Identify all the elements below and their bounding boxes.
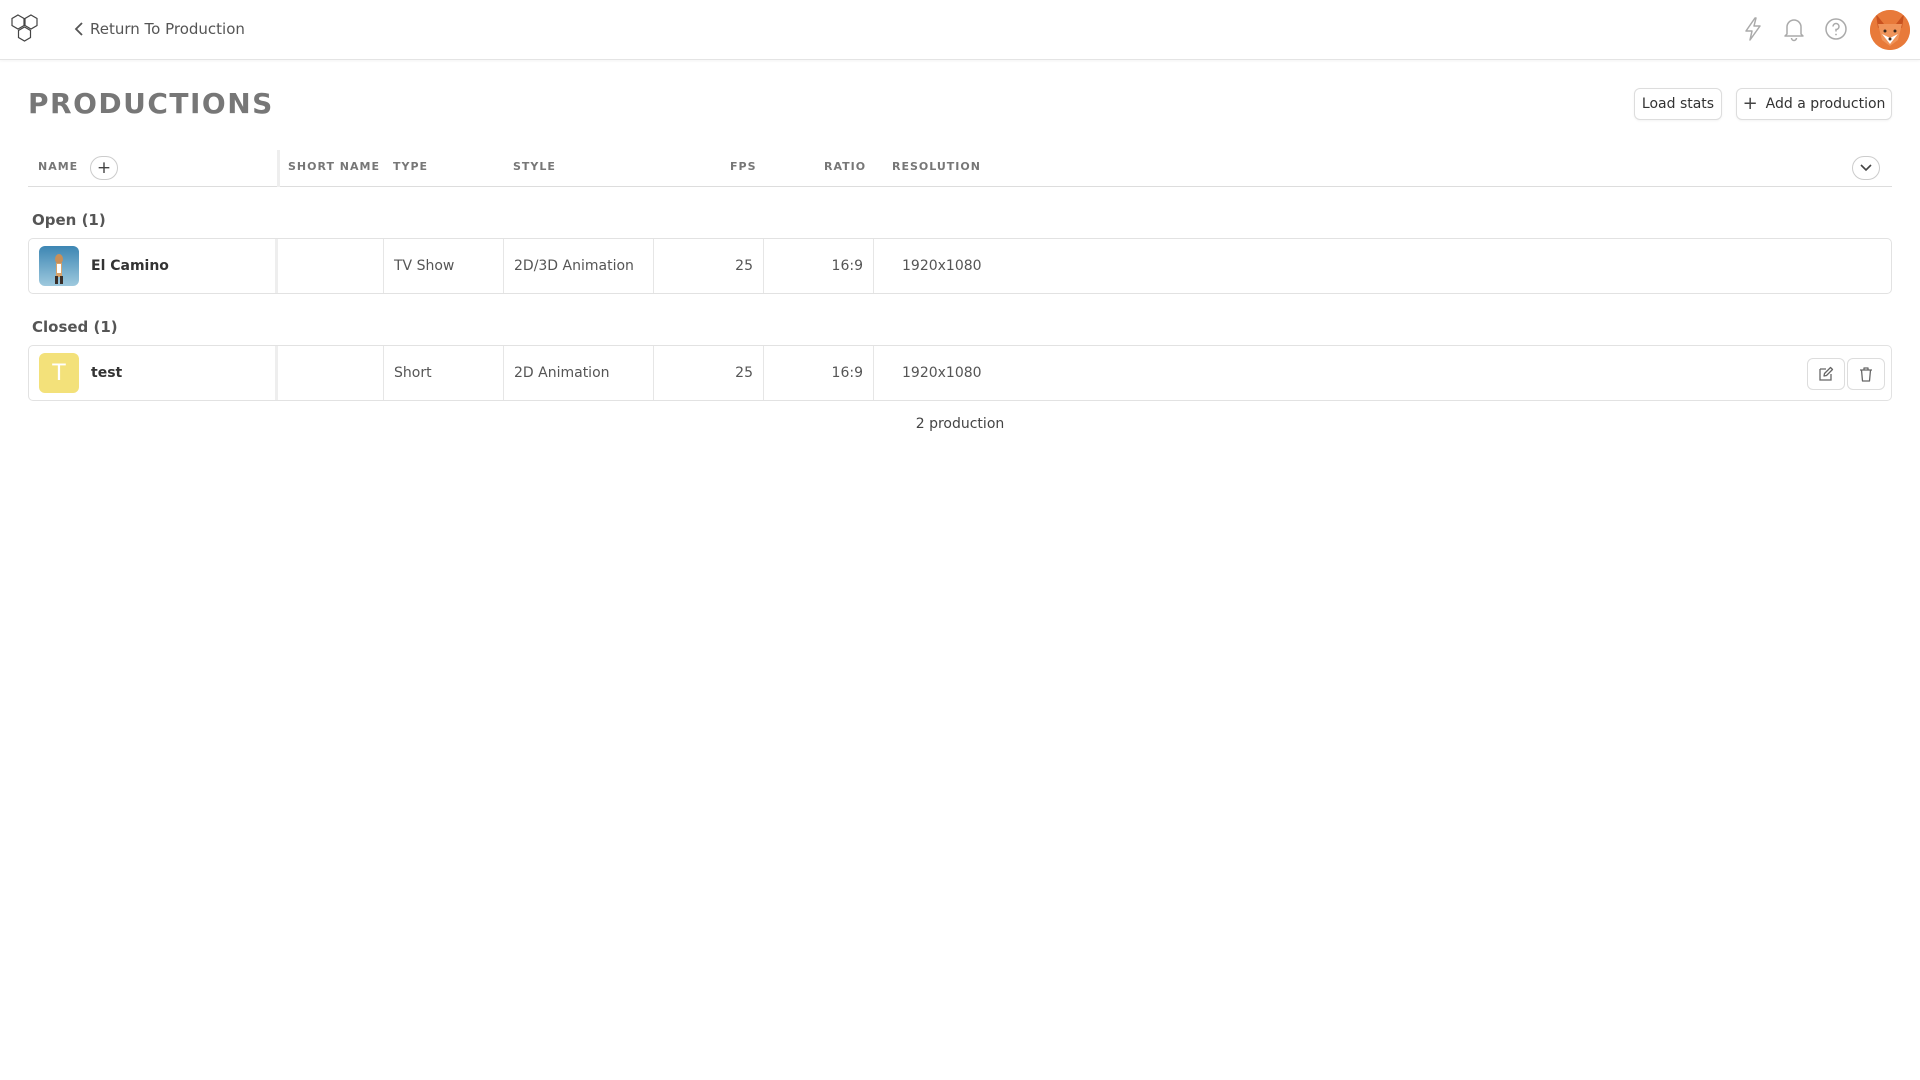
return-to-production-link[interactable]: Return To Production	[74, 19, 245, 39]
type-cell: Short	[384, 346, 504, 400]
lightning-icon[interactable]	[1740, 16, 1766, 42]
add-production-label: Add a production	[1765, 96, 1886, 112]
chevron-left-icon	[74, 22, 83, 36]
bell-icon[interactable]	[1781, 16, 1807, 42]
production-name: test	[91, 365, 123, 381]
plus-icon: +	[1742, 93, 1758, 114]
table-row[interactable]: El Camino TV Show 2D/3D Animation 25 16:…	[28, 238, 1892, 294]
edit-button[interactable]	[1807, 358, 1845, 390]
resolution-cell: 1920x1080	[902, 365, 982, 381]
production-count: 2 production	[915, 416, 1005, 432]
edit-icon	[1819, 366, 1834, 381]
column-header-type[interactable]: TYPE	[393, 160, 428, 173]
logo-icon[interactable]	[9, 13, 43, 47]
table-header: NAME + SHORT NAME TYPE STYLE FPS RATIO R…	[28, 150, 1892, 187]
chevron-down-icon	[1860, 164, 1872, 172]
production-name: El Camino	[91, 258, 169, 274]
group-label-closed: Closed (1)	[32, 318, 118, 336]
column-header-resolution[interactable]: RESOLUTION	[892, 160, 981, 173]
style-cell: 2D Animation	[504, 346, 654, 400]
type-cell: TV Show	[384, 239, 504, 293]
short-name-cell	[278, 239, 384, 293]
ratio-cell: 16:9	[764, 346, 874, 400]
column-header-short-name[interactable]: SHORT NAME	[288, 160, 380, 173]
column-divider[interactable]	[277, 150, 280, 187]
fps-cell: 25	[654, 239, 764, 293]
resolution-cell: 1920x1080	[902, 258, 982, 274]
fox-avatar-icon	[1870, 10, 1910, 50]
group-label-open: Open (1)	[32, 211, 106, 229]
add-production-button[interactable]: + Add a production	[1736, 88, 1892, 120]
column-header-style[interactable]: STYLE	[513, 160, 556, 173]
trash-icon	[1860, 367, 1872, 382]
production-thumbnail	[39, 246, 79, 286]
user-avatar[interactable]	[1870, 10, 1910, 50]
ratio-cell: 16:9	[764, 239, 874, 293]
production-name-cell[interactable]: T test	[29, 346, 278, 400]
add-column-button[interactable]: +	[90, 156, 118, 180]
production-thumbnail: T	[39, 353, 79, 393]
row-actions	[1807, 358, 1885, 390]
short-name-cell	[278, 346, 384, 400]
top-bar: Return To Production	[0, 0, 1920, 60]
load-stats-button[interactable]: Load stats	[1634, 88, 1722, 120]
production-name-cell[interactable]: El Camino	[29, 239, 278, 293]
style-cell: 2D/3D Animation	[504, 239, 654, 293]
fps-cell: 25	[654, 346, 764, 400]
column-header-name[interactable]: NAME	[38, 160, 78, 173]
help-icon[interactable]	[1823, 16, 1849, 42]
table-row[interactable]: T test Short 2D Animation 25 16:9 1920x1…	[28, 345, 1892, 401]
column-header-ratio[interactable]: RATIO	[824, 160, 866, 173]
column-options-toggle[interactable]	[1852, 156, 1880, 180]
return-to-production-label: Return To Production	[90, 20, 245, 38]
delete-button[interactable]	[1847, 358, 1885, 390]
page-title: PRODUCTIONS	[28, 87, 274, 120]
column-header-fps[interactable]: FPS	[730, 160, 757, 173]
